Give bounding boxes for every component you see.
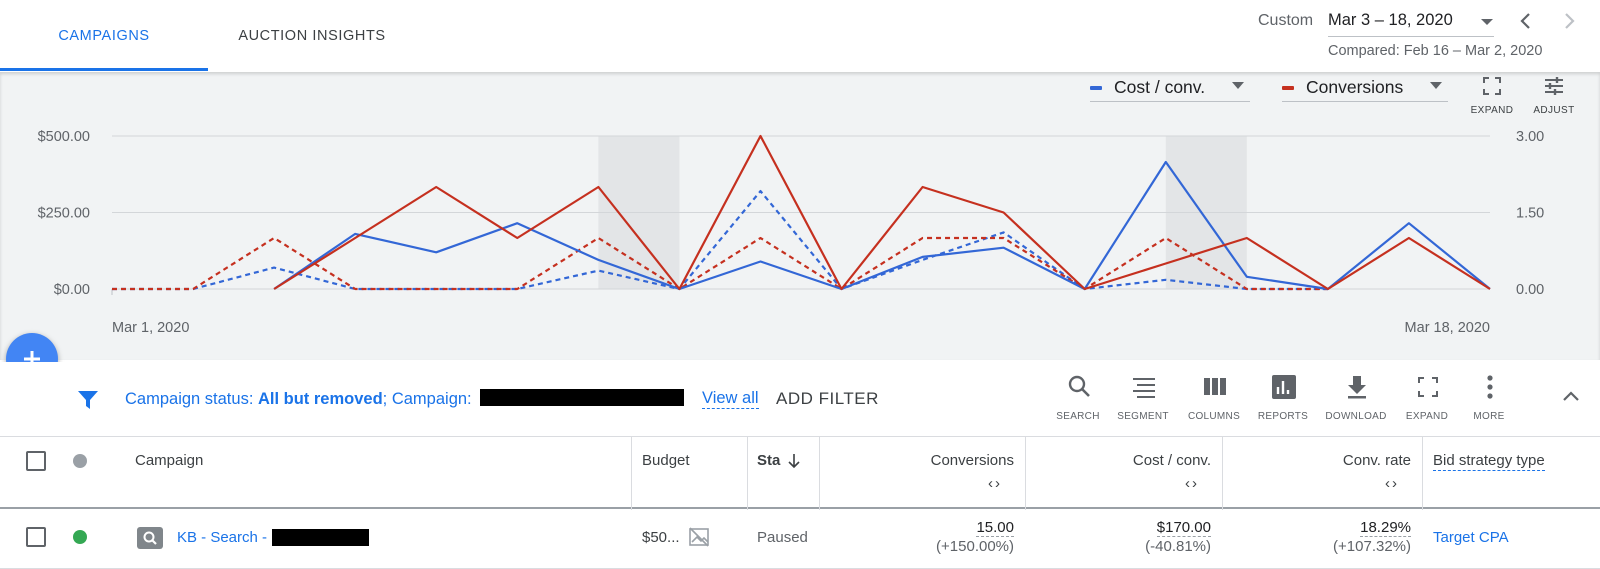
- more-icon: [1487, 375, 1493, 399]
- filter-summary[interactable]: Campaign status: All but removed; Campai…: [125, 389, 685, 409]
- header-conv-rate[interactable]: Conv. rate: [1270, 452, 1411, 469]
- expand-columns-icon[interactable]: ‹›: [988, 475, 1002, 492]
- more-button[interactable]: MORE: [1454, 374, 1524, 426]
- columns-label: COLUMNS: [1187, 411, 1241, 422]
- conv-rate-value: 18.29%: [1360, 519, 1411, 537]
- columns-icon: [1204, 378, 1226, 395]
- filter-status-value: All but removed: [257, 390, 383, 408]
- metric-2-swatch: [1282, 85, 1294, 90]
- reports-button[interactable]: REPORTS: [1248, 374, 1318, 426]
- chart-adjust-button[interactable]: ADJUST: [1526, 72, 1582, 122]
- add-filter-button[interactable]: ADD FILTER: [776, 389, 879, 409]
- view-all-link[interactable]: View all: [702, 389, 759, 409]
- expand-icon: [1483, 77, 1501, 95]
- conversions-change: (+150.00%): [936, 538, 1014, 555]
- y-axis-left-tick: $500.00: [38, 129, 90, 145]
- y-axis-right-tick: 0.00: [1516, 282, 1544, 298]
- download-icon: [1348, 376, 1366, 399]
- expand-columns-icon[interactable]: ‹›: [1385, 475, 1399, 492]
- performance-chart: $500.00 3.00 $250.00 1.50 $0.00 0.00 Mar 1, 20…: [38, 129, 1545, 336]
- row-checkbox[interactable]: [26, 527, 46, 547]
- search-button[interactable]: SEARCH: [1043, 374, 1113, 426]
- filter-status-prefix: Campaign status:: [125, 390, 258, 408]
- conversions-value: 15.00: [976, 519, 1014, 537]
- chevron-right-icon[interactable]: [1558, 10, 1580, 32]
- campaign-name-link[interactable]: KB - Search -: [177, 529, 267, 546]
- chevron-up-icon[interactable]: [1560, 386, 1582, 408]
- metric-selector-1[interactable]: Cost / conv.: [1090, 74, 1250, 102]
- tab-campaigns[interactable]: CAMPAIGNS: [0, 0, 208, 72]
- bid-strategy-link[interactable]: Target CPA: [1433, 529, 1509, 546]
- chevron-down-icon: [1430, 82, 1442, 89]
- chevron-down-icon: [1232, 82, 1244, 89]
- y-axis-left-tick: $0.00: [54, 282, 90, 298]
- enabled-status-dot: [73, 530, 87, 544]
- more-label: MORE: [1473, 411, 1505, 422]
- status-header-dot: [73, 454, 87, 468]
- download-label: DOWNLOAD: [1325, 411, 1387, 422]
- chevron-down-icon[interactable]: [1478, 13, 1496, 31]
- columns-button[interactable]: COLUMNS: [1179, 374, 1249, 426]
- header-budget[interactable]: Budget: [642, 452, 690, 469]
- table-expand-button[interactable]: EXPAND: [1392, 374, 1462, 426]
- metric-1-swatch: [1090, 85, 1102, 90]
- series-line-cost-conv: [273, 160, 1491, 291]
- top-bar: CAMPAIGNS AUCTION INSIGHTS Custom Mar 3 …: [0, 0, 1600, 72]
- tab-auction-insights[interactable]: AUCTION INSIGHTS: [208, 0, 416, 72]
- no-image-icon: [689, 527, 709, 547]
- segment-button[interactable]: SEGMENT: [1108, 374, 1178, 426]
- segment-icon: [1133, 378, 1155, 398]
- date-range-value[interactable]: Mar 3 – 18, 2020: [1328, 11, 1453, 30]
- chart-expand-label: EXPAND: [1470, 105, 1514, 116]
- metric-selector-2[interactable]: Conversions: [1282, 74, 1448, 102]
- x-axis-start-label: Mar 1, 2020: [112, 320, 189, 336]
- table-expand-label: EXPAND: [1405, 411, 1449, 422]
- cost-conv-value: $170.00: [1156, 519, 1211, 537]
- status-value: Paused: [757, 529, 808, 546]
- chevron-left-icon[interactable]: [1515, 10, 1537, 32]
- metric-1-label: Cost / conv.: [1114, 77, 1206, 97]
- reports-icon: [1272, 375, 1296, 399]
- adjust-icon: [1545, 77, 1563, 95]
- chart-expand-button[interactable]: EXPAND: [1464, 72, 1520, 122]
- select-all-checkbox[interactable]: [26, 451, 46, 471]
- search-campaign-icon: [137, 527, 163, 549]
- conv-rate-change: (+107.32%): [1333, 538, 1411, 555]
- expand-icon: [1418, 377, 1438, 397]
- y-axis-right-tick: 3.00: [1516, 129, 1544, 145]
- redacted-campaign-name: [480, 389, 685, 406]
- search-icon: [1068, 375, 1090, 397]
- date-range-underline: [1328, 36, 1494, 37]
- header-bid-strategy[interactable]: Bid strategy type: [1433, 452, 1545, 471]
- filter-bar: Campaign status: All but removed; Campai…: [0, 362, 1600, 436]
- chart-adjust-label: ADJUST: [1533, 105, 1575, 116]
- y-axis-left-tick: $250.00: [38, 206, 90, 222]
- x-axis-end-label: Mar 18, 2020: [1405, 320, 1490, 336]
- header-campaign[interactable]: Campaign: [135, 452, 203, 469]
- arrow-down-icon[interactable]: [786, 453, 802, 469]
- header-cost-conv[interactable]: Cost / conv.: [1070, 452, 1211, 469]
- date-range-type: Custom: [1258, 12, 1314, 29]
- reports-label: REPORTS: [1257, 411, 1309, 422]
- filter-campaign-prefix: ; Campaign:: [382, 390, 477, 408]
- metric-2-label: Conversions: [1306, 77, 1404, 97]
- cost-conv-change: (-40.81%): [1145, 538, 1211, 555]
- table-header: [0, 436, 1600, 509]
- header-conversions[interactable]: Conversions: [870, 452, 1014, 469]
- download-button[interactable]: DOWNLOAD: [1321, 374, 1391, 426]
- header-status[interactable]: Sta: [757, 452, 780, 469]
- y-axis-right-tick: 1.50: [1516, 206, 1544, 222]
- redacted-campaign-name: [272, 529, 369, 546]
- filter-icon[interactable]: [76, 388, 100, 412]
- budget-value[interactable]: $50...: [642, 529, 680, 546]
- date-compare-text: Compared: Feb 16 – Mar 2, 2020: [1328, 43, 1543, 59]
- expand-columns-icon[interactable]: ‹›: [1185, 475, 1199, 492]
- search-label: SEARCH: [1056, 411, 1100, 422]
- segment-label: SEGMENT: [1117, 411, 1169, 422]
